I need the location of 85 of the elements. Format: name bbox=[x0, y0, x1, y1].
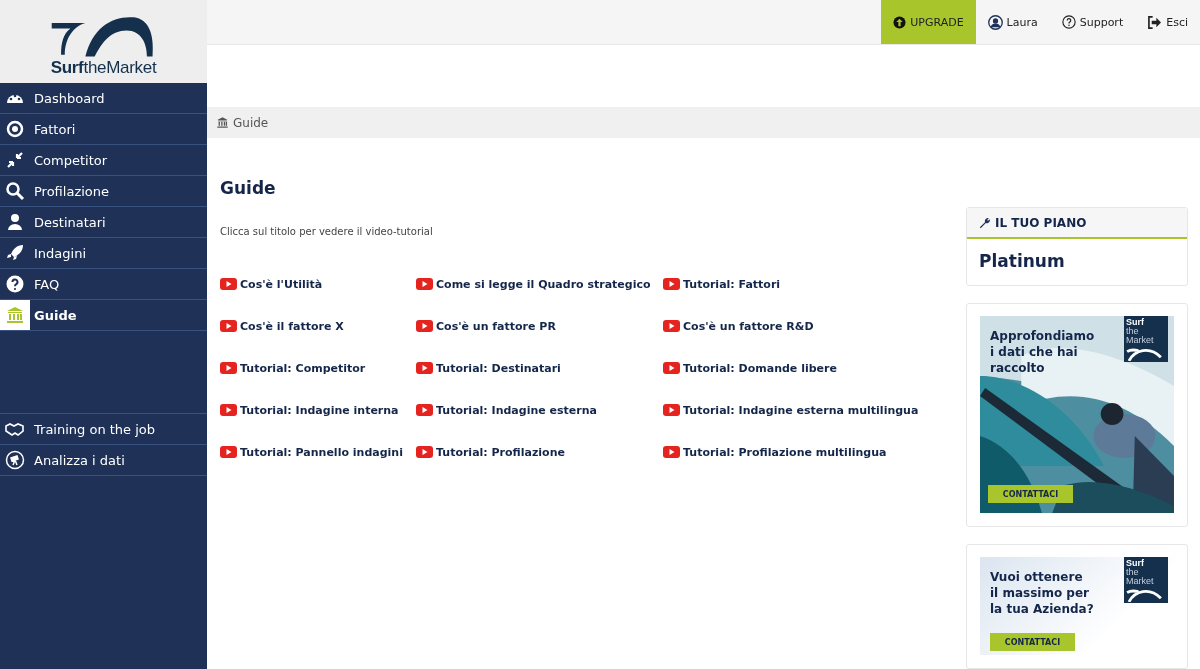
logo-word: Market bbox=[1126, 336, 1155, 345]
video-link[interactable]: Tutorial: Domande libere bbox=[663, 359, 952, 377]
play-icon bbox=[220, 278, 237, 290]
person-icon bbox=[5, 212, 25, 232]
play-icon bbox=[663, 278, 680, 290]
logo-word: Market bbox=[1126, 577, 1155, 586]
logo[interactable]: SurftheMarket bbox=[0, 0, 207, 83]
sidebar-label: Profilazione bbox=[33, 183, 110, 199]
video-link[interactable]: Cos'è il fattore X bbox=[220, 317, 416, 335]
plan-name: Platinum bbox=[978, 250, 1066, 273]
video-link[interactable]: Tutorial: Pannello indagini bbox=[220, 443, 416, 461]
ad-headline: Approfondiamo i dati che hai raccolto bbox=[990, 328, 1095, 376]
sidebar-item[interactable]: Fattori bbox=[0, 114, 207, 145]
video-link[interactable]: Tutorial: Profilazione multilingua bbox=[663, 443, 952, 461]
sidebar-label: Fattori bbox=[33, 121, 76, 137]
search-icon bbox=[5, 181, 25, 201]
play-icon bbox=[416, 404, 433, 416]
logout-link[interactable]: Esci bbox=[1135, 0, 1200, 45]
video-link[interactable]: Tutorial: Indagine esterna bbox=[416, 401, 663, 419]
play-icon bbox=[663, 362, 680, 374]
question-icon bbox=[1061, 15, 1076, 30]
sidebar-label: Dashboard bbox=[33, 90, 105, 106]
video-link[interactable]: Tutorial: Competitor bbox=[220, 359, 416, 377]
user-icon bbox=[987, 14, 1003, 30]
wave-icon bbox=[1125, 346, 1163, 361]
user-link[interactable]: Laura bbox=[975, 0, 1050, 45]
play-icon bbox=[220, 404, 237, 416]
sidebar-label: Guide bbox=[33, 307, 77, 323]
support-link[interactable]: Support bbox=[1049, 0, 1136, 45]
sidebar-item[interactable]: Profilazione bbox=[0, 176, 207, 207]
video-link[interactable]: Cos'è l'Utilità bbox=[220, 275, 416, 293]
sidebar-item[interactable]: Indagini bbox=[0, 238, 207, 269]
contact-button[interactable]: CONTATTACI bbox=[990, 633, 1075, 651]
sidebar-label: Competitor bbox=[33, 152, 108, 168]
sidebar-label: FAQ bbox=[33, 276, 60, 292]
sidebar-item[interactable]: Destinatari bbox=[0, 207, 207, 238]
sidebar-item[interactable]: Analizza i dati bbox=[0, 445, 207, 476]
video-link[interactable]: Cos'è un fattore PR bbox=[416, 317, 663, 335]
play-icon bbox=[663, 404, 680, 416]
rocket-icon bbox=[5, 243, 25, 263]
page-subtitle: Clicca sul titolo per vedere il video-tutorial bbox=[220, 226, 434, 237]
wave-icon bbox=[1125, 587, 1163, 602]
video-link[interactable]: Cos'è un fattore R&D bbox=[663, 317, 952, 335]
play-icon bbox=[416, 446, 433, 458]
play-icon bbox=[416, 278, 433, 290]
play-icon bbox=[220, 446, 237, 458]
video-link[interactable]: Come si legge il Quadro strategico bbox=[416, 275, 663, 293]
sidebar-label: Training on the job bbox=[33, 421, 156, 437]
page-title: Guide bbox=[220, 178, 277, 198]
play-icon bbox=[663, 446, 680, 458]
play-icon bbox=[220, 362, 237, 374]
sidebar-item[interactable]: Guide bbox=[0, 300, 207, 331]
telescope-icon bbox=[5, 450, 25, 470]
logout-icon bbox=[1147, 15, 1163, 29]
video-link[interactable]: Tutorial: Indagine esterna multilingua bbox=[663, 401, 952, 419]
sidebar-item[interactable]: Dashboard bbox=[0, 83, 207, 114]
video-link[interactable]: Tutorial: Destinatari bbox=[416, 359, 663, 377]
play-icon bbox=[220, 320, 237, 332]
sidebar-label: Analizza i dati bbox=[33, 452, 125, 468]
sidebar-label: Destinatari bbox=[33, 214, 106, 230]
question-icon bbox=[5, 274, 25, 294]
sidebar-label: Indagini bbox=[33, 245, 86, 261]
play-icon bbox=[663, 320, 680, 332]
bank-icon bbox=[216, 116, 229, 130]
bank-icon bbox=[5, 305, 25, 325]
breadcrumb-item[interactable]: Guide bbox=[233, 115, 269, 130]
logo-text: SurftheMarket bbox=[50, 59, 157, 77]
logo-word: Surf bbox=[1126, 559, 1145, 568]
upgrade-button[interactable]: UPGRADE bbox=[881, 0, 976, 45]
arrow-up-circle-icon bbox=[893, 15, 907, 29]
ad-headline: Vuoi ottenere il massimo per la tua Azienda? bbox=[990, 569, 1094, 617]
logo-word: the bbox=[1126, 327, 1140, 336]
wrench-icon bbox=[979, 216, 991, 229]
play-icon bbox=[416, 320, 433, 332]
video-link[interactable]: Tutorial: Profilazione bbox=[416, 443, 663, 461]
contact-button[interactable]: CONTATTACI bbox=[988, 485, 1073, 503]
video-link[interactable]: Tutorial: Fattori bbox=[663, 275, 952, 293]
sidebar-item[interactable]: Training on the job bbox=[0, 414, 207, 445]
play-icon bbox=[416, 362, 433, 374]
video-link[interactable]: Tutorial: Indagine interna bbox=[220, 401, 416, 419]
arrows-icon bbox=[5, 150, 25, 170]
target-icon bbox=[5, 119, 25, 139]
plan-heading: IL TUO PIANO bbox=[995, 215, 1087, 230]
logo-word: the bbox=[1126, 568, 1140, 577]
logo-word: Surf bbox=[1126, 318, 1145, 327]
